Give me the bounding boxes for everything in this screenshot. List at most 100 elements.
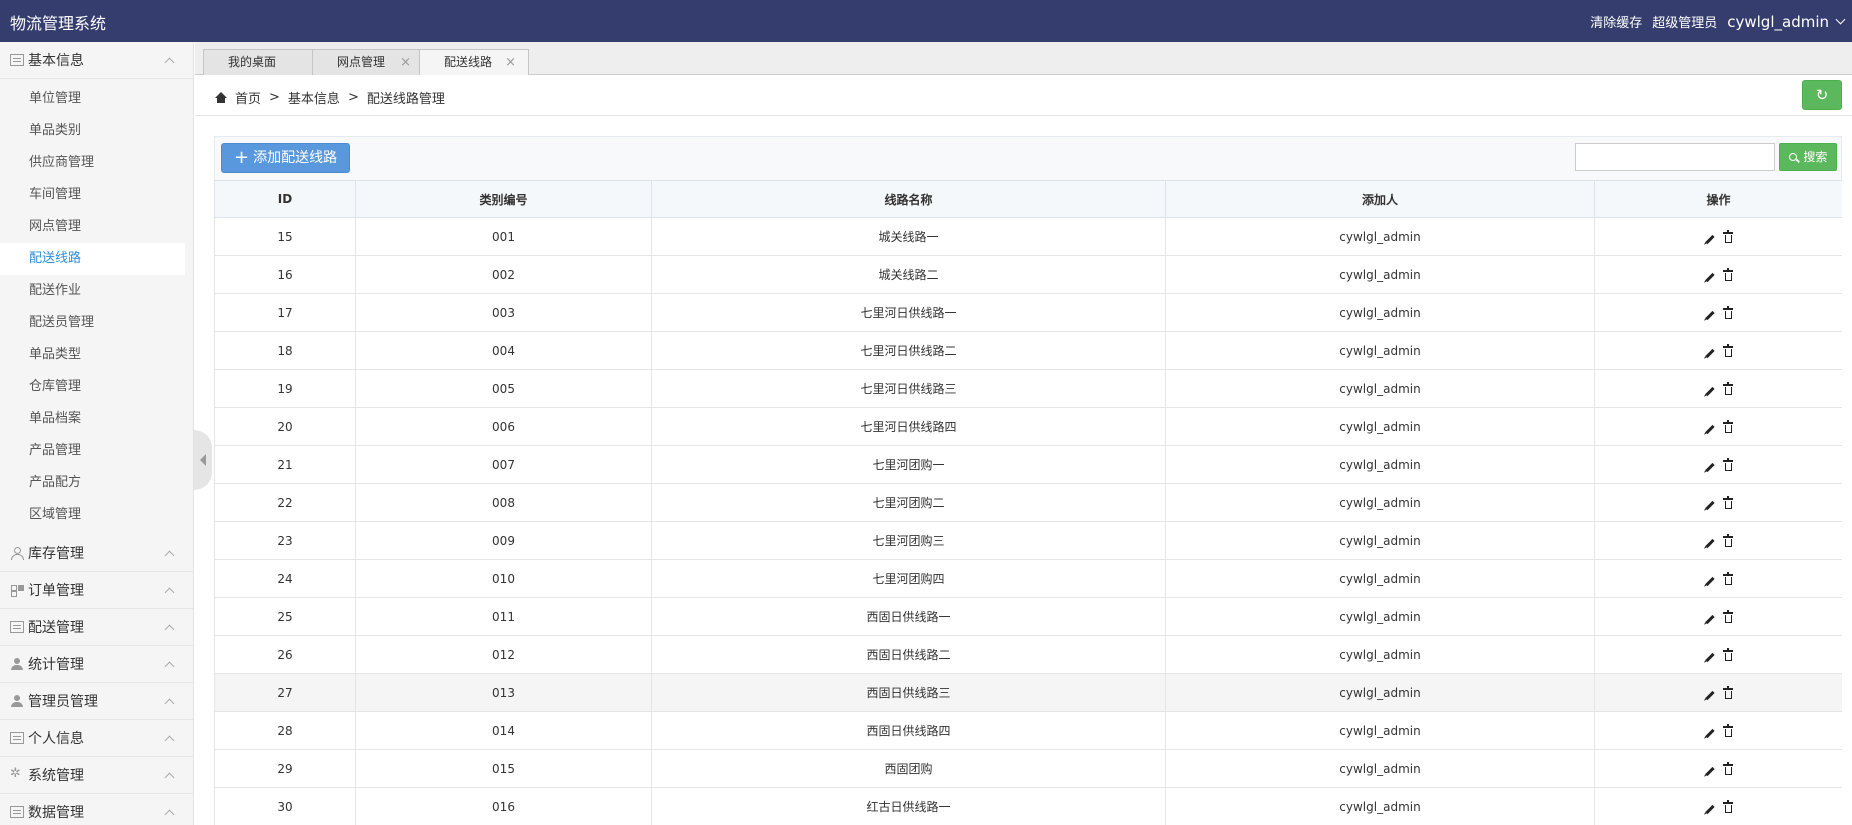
- edit-icon[interactable]: [1705, 310, 1715, 320]
- breadcrumb-home[interactable]: 首页: [235, 88, 261, 107]
- breadcrumb-level1[interactable]: 基本信息: [288, 88, 340, 107]
- edit-icon[interactable]: [1705, 462, 1715, 472]
- table-cell: 20: [214, 407, 356, 446]
- delete-icon[interactable]: [1723, 724, 1733, 737]
- edit-icon[interactable]: [1705, 538, 1715, 548]
- sidebar-item[interactable]: 单品类型: [0, 339, 185, 371]
- table-cell: 011: [355, 597, 652, 636]
- table-cell: cywlgl_admin: [1165, 635, 1595, 674]
- table-cell: 28: [214, 711, 356, 750]
- list-icon: [10, 54, 24, 66]
- delete-icon[interactable]: [1723, 458, 1733, 471]
- table-cell: 27: [214, 673, 356, 712]
- search-input[interactable]: [1575, 143, 1775, 171]
- edit-icon[interactable]: [1705, 500, 1715, 510]
- tab-desktop[interactable]: 我的桌面: [203, 49, 315, 75]
- table-cell: 18: [214, 331, 356, 370]
- delete-icon[interactable]: [1723, 610, 1733, 623]
- sidebar-item[interactable]: 配送线路: [0, 243, 185, 275]
- actions-cell: [1594, 293, 1842, 332]
- delete-icon[interactable]: [1723, 534, 1733, 547]
- delete-icon[interactable]: [1723, 420, 1733, 433]
- table-row: 17 003 七里河日供线路一 cywlgl_admin: [214, 293, 1842, 332]
- table-cell: cywlgl_admin: [1165, 331, 1595, 370]
- user-icon: [10, 695, 24, 707]
- edit-icon[interactable]: [1705, 690, 1715, 700]
- table-cell: 21: [214, 445, 356, 484]
- edit-icon[interactable]: [1705, 272, 1715, 282]
- sidebar-section[interactable]: 数据管理: [0, 794, 193, 825]
- delete-icon[interactable]: [1723, 268, 1733, 281]
- delete-icon[interactable]: [1723, 306, 1733, 319]
- sidebar-section[interactable]: 订单管理: [0, 572, 193, 609]
- actions-cell: [1594, 559, 1842, 598]
- table-cell: 15: [214, 217, 356, 256]
- delete-icon[interactable]: [1723, 800, 1733, 813]
- sidebar-item[interactable]: 产品管理: [0, 435, 185, 467]
- add-route-button[interactable]: + 添加配送线路: [221, 143, 351, 173]
- user-menu[interactable]: cywlgl_admin: [1727, 13, 1846, 31]
- tab-delivery-routes[interactable]: 配送线路 ×: [419, 49, 529, 75]
- sidebar-item[interactable]: 单品档案: [0, 403, 185, 435]
- edit-icon[interactable]: [1705, 728, 1715, 738]
- refresh-button[interactable]: ↻: [1802, 80, 1842, 110]
- sidebar-item[interactable]: 产品配方: [0, 467, 185, 499]
- sidebar-item[interactable]: 配送员管理: [0, 307, 185, 339]
- sidebar: 基本信息 单位管理 单品类别 供应商管理 车间管理 网点管理 配送线路 配送作业 配送员管理单…: [0, 42, 194, 825]
- delete-icon[interactable]: [1723, 648, 1733, 661]
- sidebar-section[interactable]: 统计管理: [0, 646, 193, 683]
- table-cell: 七里河日供线路三: [651, 369, 1166, 408]
- edit-icon[interactable]: [1705, 804, 1715, 814]
- user-icon: [10, 658, 24, 670]
- delete-icon[interactable]: [1723, 762, 1733, 775]
- table-row: 26 012 西固日供线路二 cywlgl_admin: [214, 635, 1842, 674]
- delete-icon[interactable]: [1723, 382, 1733, 395]
- sidebar-item[interactable]: 单品类别: [0, 115, 185, 147]
- delete-icon[interactable]: [1723, 344, 1733, 357]
- sidebar-item[interactable]: 车间管理: [0, 179, 185, 211]
- sidebar-item[interactable]: 仓库管理: [0, 371, 185, 403]
- sidebar-section-label: 配送管理: [28, 620, 84, 636]
- sidebar-item[interactable]: 网点管理: [0, 211, 185, 243]
- sidebar-section[interactable]: 管理员管理: [0, 683, 193, 720]
- edit-icon[interactable]: [1705, 234, 1715, 244]
- column-header-added-by[interactable]: 添加人: [1165, 180, 1595, 218]
- edit-icon[interactable]: [1705, 576, 1715, 586]
- delete-icon[interactable]: [1723, 686, 1733, 699]
- sidebar-collapse-handle[interactable]: [194, 430, 212, 490]
- sidebar-item[interactable]: 区域管理: [0, 499, 185, 531]
- column-header-category-code[interactable]: 类别编号: [355, 180, 652, 218]
- edit-icon[interactable]: [1705, 348, 1715, 358]
- delete-icon[interactable]: [1723, 230, 1733, 243]
- table-cell: cywlgl_admin: [1165, 445, 1595, 484]
- table-cell: 22: [214, 483, 356, 522]
- edit-icon[interactable]: [1705, 652, 1715, 662]
- sidebar-section[interactable]: 系统管理: [0, 757, 193, 794]
- clear-cache-link[interactable]: 清除缓存: [1590, 12, 1642, 31]
- sidebar-item[interactable]: 供应商管理: [0, 147, 185, 179]
- sidebar-section-basic-info[interactable]: 基本信息: [0, 42, 193, 79]
- close-icon[interactable]: ×: [505, 50, 516, 75]
- edit-icon[interactable]: [1705, 766, 1715, 776]
- tab-outlet-management[interactable]: 网点管理 ×: [312, 49, 424, 75]
- delete-icon[interactable]: [1723, 572, 1733, 585]
- column-header-id[interactable]: ID: [214, 180, 356, 218]
- table-row: 25 011 西固日供线路一 cywlgl_admin: [214, 597, 1842, 636]
- column-header-route-name[interactable]: 线路名称: [651, 180, 1166, 218]
- actions-cell: [1594, 749, 1842, 788]
- sidebar-section[interactable]: 个人信息: [0, 720, 193, 757]
- sidebar-section-label: 数据管理: [28, 805, 84, 821]
- sidebar-section[interactable]: 配送管理: [0, 609, 193, 646]
- edit-icon[interactable]: [1705, 424, 1715, 434]
- delete-icon[interactable]: [1723, 496, 1733, 509]
- role-label: 超级管理员: [1652, 16, 1718, 31]
- edit-icon[interactable]: [1705, 386, 1715, 396]
- close-icon[interactable]: ×: [400, 50, 411, 75]
- table-cell: 002: [355, 255, 652, 294]
- sidebar-item[interactable]: 单位管理: [0, 83, 185, 115]
- sidebar-section[interactable]: 库存管理: [0, 535, 193, 572]
- search-button[interactable]: 搜索: [1779, 143, 1837, 171]
- chevron-up-icon: [164, 772, 175, 783]
- sidebar-item[interactable]: 配送作业: [0, 275, 185, 307]
- edit-icon[interactable]: [1705, 614, 1715, 624]
